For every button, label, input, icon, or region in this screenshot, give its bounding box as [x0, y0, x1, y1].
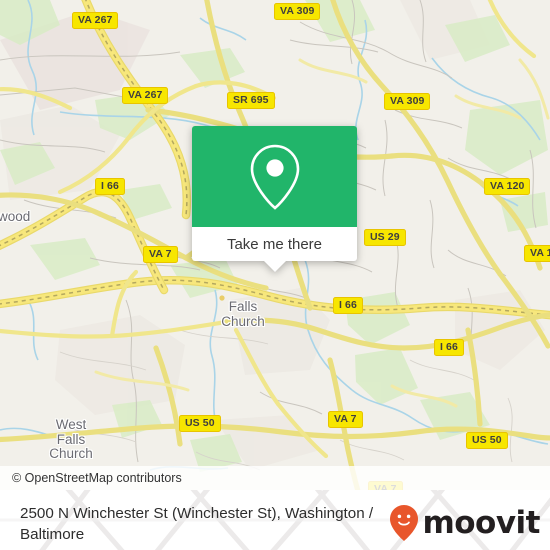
road-shield[interactable]: VA 309: [274, 3, 321, 20]
moovit-smiley-pin-icon: [390, 505, 419, 541]
map-pin-icon: [250, 144, 299, 210]
road-shield[interactable]: VA 120: [484, 178, 531, 195]
moovit-wordmark: moovit: [422, 504, 540, 541]
moovit-map-share-card: .land { fill:#f2f0ea; } .park { fill:#d9…: [0, 0, 550, 550]
footer-content: 2500 N Winchester St (Winchester St), Wa…: [0, 490, 550, 550]
take-me-there-label: Take me there: [226, 235, 323, 253]
road-shield[interactable]: VA 267: [122, 87, 169, 104]
map-attribution-bar: © OpenStreetMap contributors: [0, 466, 550, 490]
popup-header: [192, 126, 357, 227]
road-shield[interactable]: I 66: [333, 297, 363, 314]
road-shield[interactable]: US 29: [364, 229, 406, 246]
road-shield[interactable]: VA 1: [524, 245, 550, 262]
road-shield[interactable]: I 66: [434, 339, 464, 356]
moovit-brand[interactable]: moovit: [389, 503, 540, 542]
road-shield[interactable]: VA 7: [143, 246, 178, 263]
popup-tail: [263, 261, 286, 272]
place-label-west-falls-church: West Falls Church: [49, 417, 93, 461]
road-shield[interactable]: I 66: [95, 178, 125, 195]
road-shield[interactable]: VA 267: [72, 12, 119, 29]
map-canvas[interactable]: .land { fill:#f2f0ea; } .park { fill:#d9…: [0, 0, 550, 490]
road-shield[interactable]: US 50: [466, 432, 508, 449]
location-caption: 2500 N Winchester St (Winchester St), Wa…: [20, 505, 374, 543]
take-me-there-popup[interactable]: Take me there: [192, 126, 357, 272]
road-shield[interactable]: VA 309: [384, 93, 431, 110]
attribution-text[interactable]: © OpenStreetMap contributors: [12, 471, 182, 485]
place-label-wood: wood: [0, 209, 31, 224]
popup-footer[interactable]: Take me there: [192, 227, 357, 272]
road-shield[interactable]: VA 7: [328, 411, 363, 428]
card-footer: 2500 N Winchester St (Winchester St), Wa…: [0, 490, 550, 550]
road-shield[interactable]: SR 695: [227, 92, 275, 109]
place-label-falls-church: Falls Church: [221, 299, 265, 329]
road-shield[interactable]: US 50: [179, 415, 221, 432]
